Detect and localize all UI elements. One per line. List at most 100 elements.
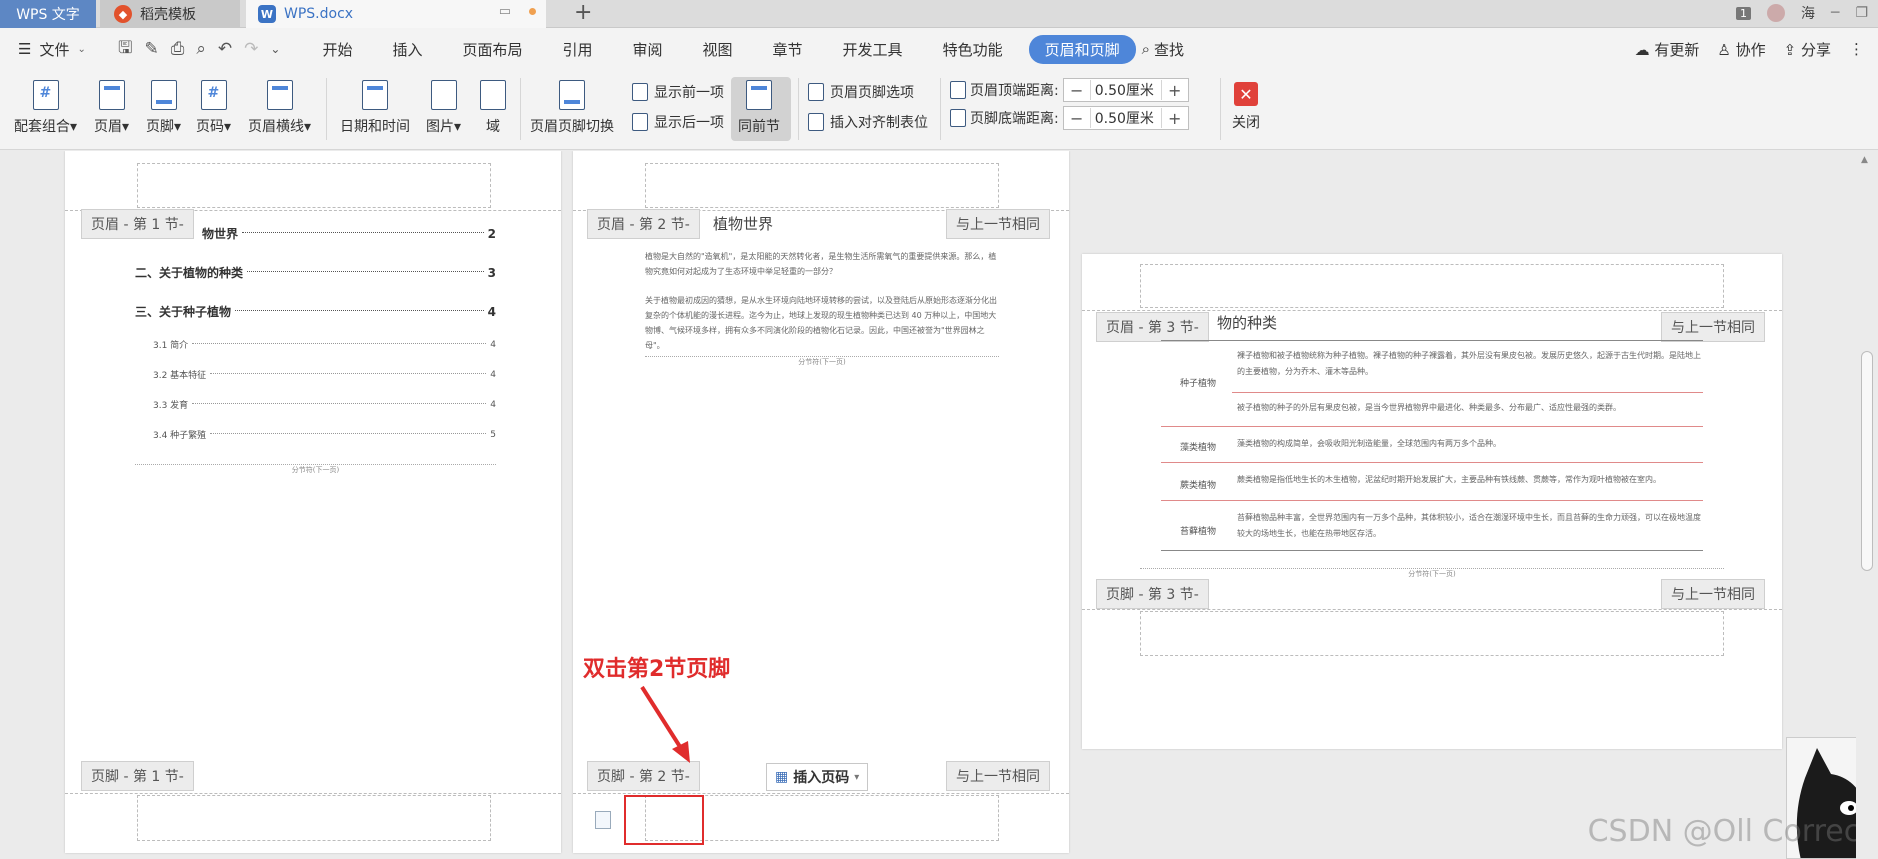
header-top-plus-button[interactable]: + <box>1162 81 1188 100</box>
body-paragraph[interactable]: 关于植物最初成因的猜想，是从水生环境向陆地环境转移的尝试，以及登陆后从原始形态逐… <box>645 293 999 353</box>
datetime-label: 日期和时间 <box>340 119 410 135</box>
footer-bottom-input[interactable]: 0.50厘米 <box>1089 108 1162 128</box>
menu-header-footer[interactable]: 页眉和页脚 <box>1028 34 1136 64</box>
footer-boundary <box>1082 609 1782 610</box>
scroll-thumb[interactable] <box>1861 351 1873 571</box>
menu-home[interactable]: 开始 <box>302 39 372 60</box>
footer-section-tag: 页脚 - 第 2 节- <box>587 761 700 791</box>
header-top-input[interactable]: 0.50厘米 <box>1089 80 1162 100</box>
body-paragraph[interactable]: 植物是大自然的"造氧机"，是太阳能的天然转化者，是生物生活所需氧气的重要提供来源… <box>645 249 999 279</box>
table-cell-text[interactable]: 被子植物的种子的外层有果皮包被，是当今世界植物界中最进化、种类最多、分布最广、适… <box>1237 400 1703 416</box>
footer-bottom-plus-button[interactable]: + <box>1162 109 1188 128</box>
show-next-button[interactable]: 显示后一项 <box>632 112 724 132</box>
tab-docer-template[interactable]: ◆ 稻壳模板 <box>100 0 240 28</box>
menu-view[interactable]: 视图 <box>683 39 753 60</box>
table-cell-text[interactable]: 苔藓植物品种丰富，全世界范围内有一万多个品种，其体积较小，适合在潮湿环境中生长，… <box>1237 510 1703 542</box>
window-count-badge[interactable]: 1 <box>1736 6 1751 20</box>
footer-bottom-minus-button[interactable]: − <box>1064 109 1090 128</box>
toc-sub-entry[interactable]: 3.3 发育 4 <box>153 398 496 412</box>
vertical-scrollbar[interactable]: ▲ <box>1856 151 1878 859</box>
share-button[interactable]: ⇪ 分享 <box>1784 39 1831 60</box>
header-icon <box>98 80 125 110</box>
scroll-up-icon[interactable]: ▲ <box>1861 155 1868 165</box>
tab-wps-writer[interactable]: WPS 文字 <box>0 0 96 28</box>
menu-section[interactable]: 章节 <box>753 39 823 60</box>
collab-button[interactable]: ♙ 协作 <box>1717 39 1765 60</box>
picture-icon <box>430 80 457 110</box>
monitor-icon[interactable]: ▭ <box>499 4 511 19</box>
tab-bar: WPS 文字 ◆ 稻壳模板 W WPS.docx ▭ + 1 海 ─ ❐ <box>0 0 1878 28</box>
menu-page-layout[interactable]: 页面布局 <box>442 39 542 60</box>
menu-insert[interactable]: 插入 <box>372 39 442 60</box>
combo-icon <box>32 80 59 110</box>
toc-entry[interactable]: 二、关于植物的种类 3 <box>135 264 496 281</box>
menu-developer[interactable]: 开发工具 <box>823 39 923 60</box>
datetime-button[interactable]: 日期和时间 <box>340 80 410 136</box>
save-icon[interactable]: 🖫 <box>118 35 132 64</box>
close-header-footer-button[interactable]: ✕ 关闭 <box>1232 82 1260 132</box>
picture-button[interactable]: 图片▾ <box>426 80 461 136</box>
menu-references[interactable]: 引用 <box>542 39 612 60</box>
show-previous-button[interactable]: 显示前一项 <box>632 82 724 102</box>
insert-align-tab-button[interactable]: 插入对齐制表位 <box>808 112 928 132</box>
table-cell-text[interactable]: 蕨类植物是指低地生长的木生植物，泥盆纪时期开始发展扩大，主要品种有铁线蕨、贯蕨等… <box>1237 472 1703 488</box>
redo-icon[interactable]: ↷ <box>244 39 258 59</box>
table-cell-label: 种子植物 <box>1180 379 1217 389</box>
align-tab-label: 插入对齐制表位 <box>830 115 928 131</box>
header-top-label: 页眉顶端距离: <box>970 83 1059 99</box>
toc-sub-entry[interactable]: 3.2 基本特征 4 <box>153 368 496 382</box>
table-cell-text[interactable]: 裸子植物和被子植物统称为种子植物。裸子植物的种子裸露着，其外层没有果皮包被。发展… <box>1237 348 1703 380</box>
toc-entry[interactable]: 三、关于种子植物 4 <box>135 303 496 320</box>
header-area[interactable] <box>1140 264 1724 308</box>
menu-special[interactable]: 特色功能 <box>923 39 1023 60</box>
update-button[interactable]: ☁ 有更新 <box>1635 39 1700 60</box>
table-cell-text[interactable]: 藻类植物的构成简单，会吸收阳光制造能量，全球范围内有两万多个品种。 <box>1237 436 1703 452</box>
footer-section-tag: 页脚 - 第 1 节- <box>81 761 194 791</box>
print-icon[interactable]: ⎙ <box>171 39 185 59</box>
more-icon[interactable]: ⋮ <box>1849 40 1864 58</box>
header-button[interactable]: 页眉▾ <box>94 80 129 136</box>
combo-button[interactable]: 配套组合▾ <box>14 80 77 136</box>
footer-button[interactable]: 页脚▾ <box>146 80 181 136</box>
close-label: 关闭 <box>1232 115 1260 131</box>
header-line-button[interactable]: 页眉横线▾ <box>248 80 311 136</box>
update-label: 有更新 <box>1654 40 1700 59</box>
toc-entry-text: 3.3 发育 <box>153 401 189 411</box>
header-footer-options-button[interactable]: 页眉页脚选项 <box>808 82 914 102</box>
same-as-previous-label: 同前节 <box>738 119 780 135</box>
header-section-tag: 页眉 - 第 1 节- <box>81 209 194 239</box>
switch-header-footer-button[interactable]: 页眉页脚切换 <box>530 80 614 136</box>
user-name[interactable]: 海 <box>1801 3 1815 23</box>
new-tab-button[interactable]: + <box>574 0 592 26</box>
toc-entry[interactable]: 物世界 2 <box>202 225 496 242</box>
menu-review[interactable]: 审阅 <box>613 39 683 60</box>
undo-icon[interactable]: ↶ <box>218 39 232 59</box>
toc-entry-text: 三、关于种子植物 <box>135 305 232 319</box>
restore-icon[interactable]: ❐ <box>1855 5 1868 21</box>
toc-entry-text: 3.2 基本特征 <box>153 371 207 381</box>
options-label: 页眉页脚选项 <box>830 85 914 101</box>
print-preview-icon[interactable]: ⌕ <box>196 39 206 59</box>
field-button[interactable]: 域 <box>480 80 506 136</box>
page-1[interactable]: 页眉 - 第 1 节- 物世界 2 二、关于植物的种类 3 三、关于种子植物 4 3.… <box>65 151 561 853</box>
page-number-button[interactable]: 页码▾ <box>196 80 231 136</box>
customize-chevron-icon[interactable]: ⌄ <box>270 42 280 56</box>
header-area[interactable] <box>645 163 999 208</box>
page-3[interactable]: 页眉 - 第 3 节- 与上一节相同 物的种类 种子植物 裸子植物和被子植物统称… <box>1082 254 1782 749</box>
avatar[interactable] <box>1767 4 1785 22</box>
toc-sub-entry[interactable]: 3.1 简介 4 <box>153 338 496 352</box>
footer-area[interactable] <box>1140 611 1724 656</box>
toc-sub-entry[interactable]: 3.4 种子繁殖 5 <box>153 428 496 442</box>
insert-page-number-button[interactable]: ▦ 插入页码 ▾ <box>766 763 869 791</box>
format-painter-icon[interactable]: ✎ <box>144 39 158 59</box>
header-top-minus-button[interactable]: − <box>1064 81 1090 100</box>
menu-search[interactable]: ⌕ 查找 <box>1142 39 1184 60</box>
minimize-icon[interactable]: ─ <box>1831 5 1839 21</box>
tab-document[interactable]: W WPS.docx ▭ <box>246 0 546 28</box>
same-as-previous-tag: 与上一节相同 <box>946 209 1050 239</box>
footer-area[interactable] <box>137 795 491 841</box>
header-area[interactable] <box>137 163 491 208</box>
table-row-divider <box>1161 462 1703 463</box>
same-as-previous-button[interactable]: 同前节 <box>738 80 780 136</box>
file-menu[interactable]: ☰ 文件 ⌄ <box>0 39 108 60</box>
